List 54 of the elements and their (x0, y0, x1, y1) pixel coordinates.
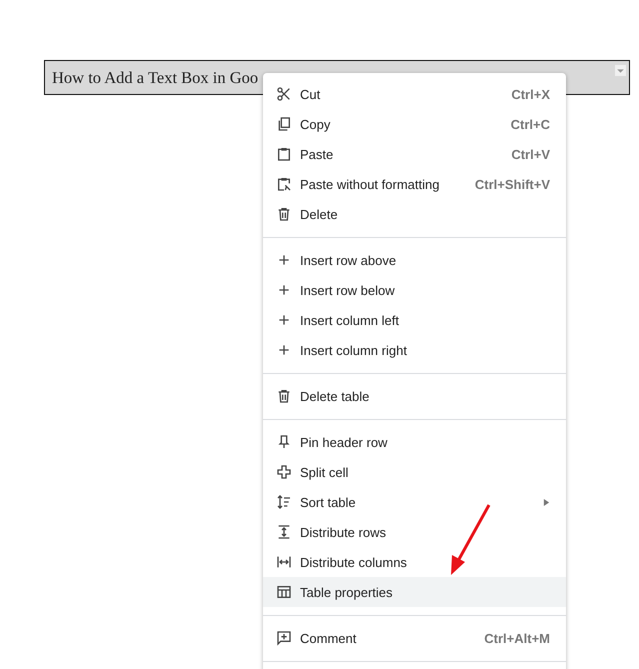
distribute-rows-icon (276, 524, 292, 540)
clipboard-icon (276, 176, 292, 192)
item-label: Distribute rows (300, 524, 387, 540)
copy-icon (276, 116, 292, 132)
menu-item[interactable]: Pin header row (263, 427, 566, 457)
menu-item[interactable]: Delete (263, 199, 566, 229)
menu-item[interactable]: Insert column left (263, 305, 566, 335)
item-label: Comment (300, 630, 358, 646)
trash-icon (276, 206, 292, 222)
menu-item[interactable]: Insert row below (263, 275, 566, 305)
comment-icon (276, 630, 292, 646)
item-label: Insert column left (300, 312, 400, 328)
menu-item[interactable]: Copy Ctrl+C (263, 109, 566, 139)
menu-item[interactable]: Distribute rows (263, 517, 566, 547)
shortcut-text: Ctrl+Shift+V (474, 176, 550, 192)
item-label: Insert row below (300, 282, 396, 298)
menu-item[interactable]: Comment Ctrl+Alt+M (263, 623, 566, 653)
trash-icon (276, 388, 292, 404)
item-label: Distribute columns (300, 554, 408, 570)
item-label: Pin header row (300, 434, 388, 450)
pin-icon (276, 434, 292, 450)
item-label: Cut (300, 86, 322, 102)
item-label: Insert column right (300, 342, 408, 358)
split-cell-icon (276, 464, 292, 480)
item-label: Delete (300, 206, 339, 222)
cell-text: How to Add a Text Box in Goo (52, 68, 258, 88)
menu-item[interactable]: Insert row above (263, 245, 566, 275)
item-label: Copy (300, 116, 332, 132)
distribute-columns-icon (276, 554, 292, 570)
shortcut-text: Ctrl+Alt+M (484, 630, 550, 646)
item-label: Delete table (300, 388, 370, 404)
menu-item[interactable]: Split cell (263, 457, 566, 487)
table-icon (276, 584, 292, 600)
menu-item[interactable]: Delete table (263, 381, 566, 411)
item-label: Split cell (300, 464, 350, 480)
menu-item[interactable]: Paste Ctrl+V (263, 139, 566, 169)
shortcut-text: Ctrl+C (510, 116, 550, 132)
shortcut-text: Ctrl+X (511, 86, 550, 102)
clipboard-icon (276, 146, 292, 162)
item-label: Table properties (300, 584, 394, 600)
item-label: Sort table (300, 494, 357, 510)
item-label: Insert row above (300, 252, 398, 268)
dropdown-icon[interactable] (615, 65, 626, 76)
menu-item[interactable]: Distribute columns (263, 547, 566, 577)
item-label: Paste without formatting (300, 176, 440, 192)
menu-item[interactable]: Paste without formatting Ctrl+Shift+V (263, 169, 566, 199)
menu-item[interactable]: Cut Ctrl+X (263, 79, 566, 109)
menu-item[interactable]: Sort table (263, 487, 566, 517)
menu-item[interactable]: Table properties (263, 577, 566, 607)
item-label: Paste (300, 146, 334, 162)
scissors-icon (276, 86, 292, 102)
menu-item[interactable]: Insert column right (263, 335, 566, 365)
sort-icon (276, 494, 292, 510)
shortcut-text: Ctrl+V (511, 146, 550, 162)
